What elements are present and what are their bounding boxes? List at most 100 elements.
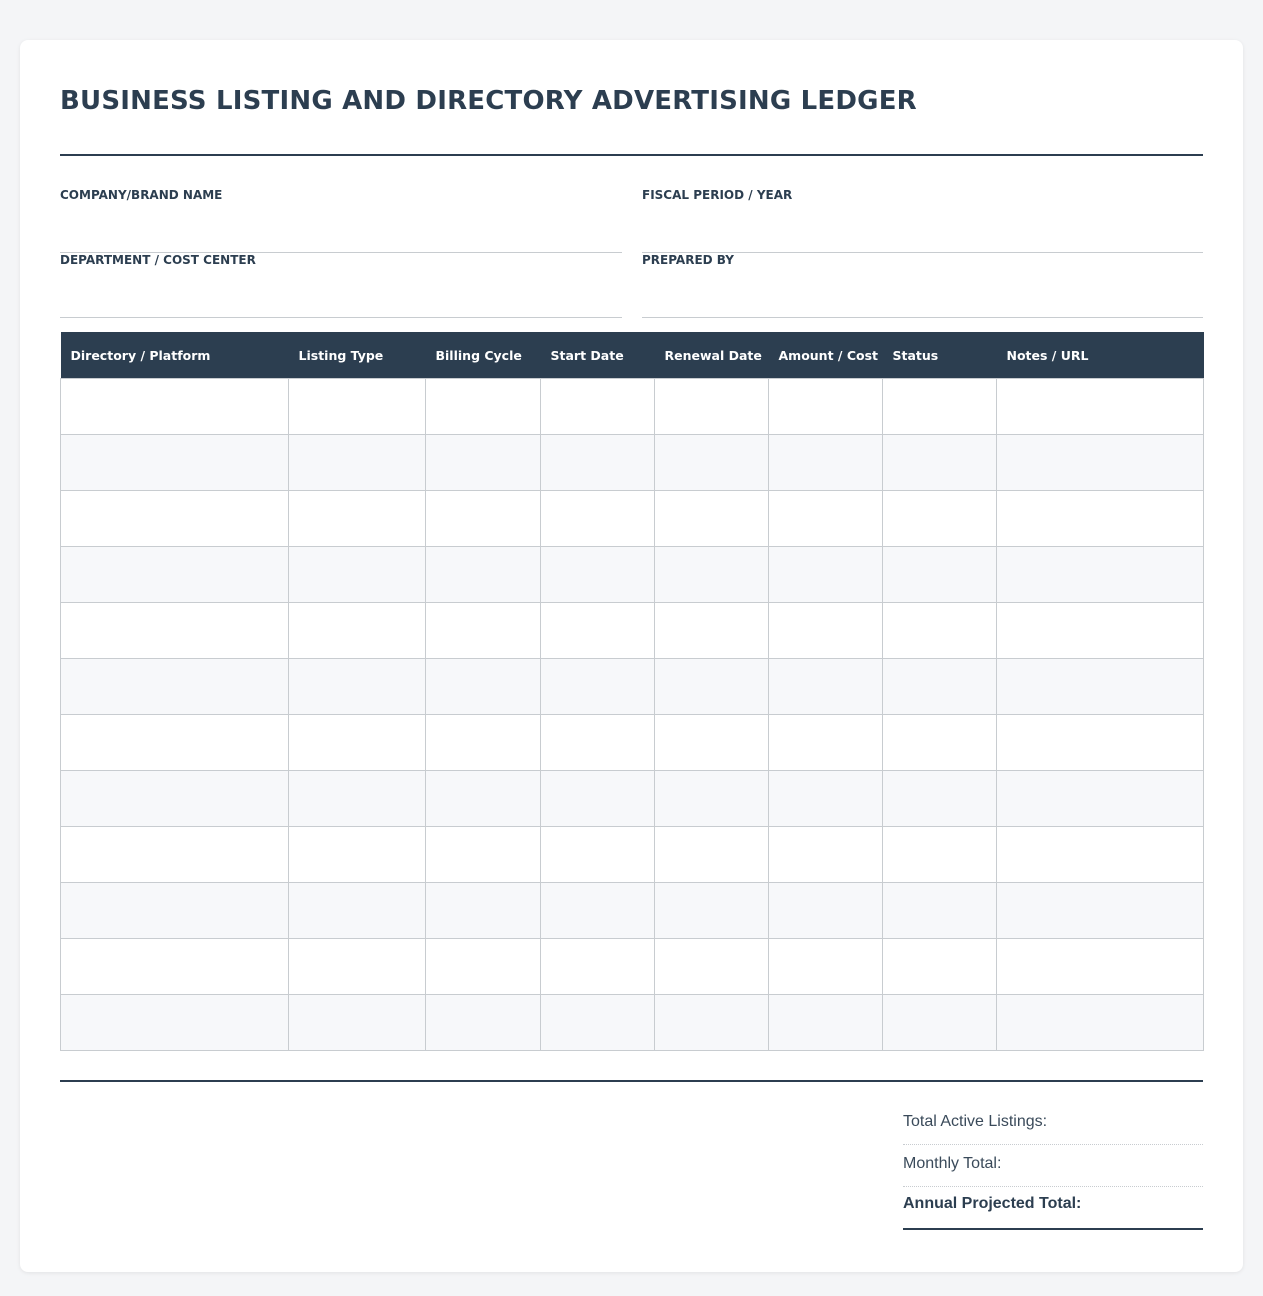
table-cell[interactable] <box>768 602 883 659</box>
table-cell[interactable] <box>882 826 997 883</box>
table-cell[interactable] <box>654 434 769 491</box>
table-cell[interactable] <box>288 546 426 603</box>
table-cell[interactable] <box>540 658 655 715</box>
table-cell[interactable] <box>60 658 289 715</box>
table-cell[interactable] <box>425 994 541 1051</box>
table-cell[interactable] <box>882 490 997 547</box>
table-cell[interactable] <box>425 714 541 771</box>
table-cell[interactable] <box>425 938 541 995</box>
table-cell[interactable] <box>654 994 769 1051</box>
table-cell[interactable] <box>996 602 1204 659</box>
table-cell[interactable] <box>60 938 289 995</box>
table-cell[interactable] <box>288 490 426 547</box>
table-cell[interactable] <box>882 602 997 659</box>
table-cell[interactable] <box>882 546 997 603</box>
table-cell[interactable] <box>540 490 655 547</box>
table-cell[interactable] <box>996 434 1204 491</box>
table-cell[interactable] <box>288 882 426 939</box>
table-cell[interactable] <box>60 546 289 603</box>
table-cell[interactable] <box>540 378 655 435</box>
table-cell[interactable] <box>288 714 426 771</box>
table-cell[interactable] <box>540 714 655 771</box>
table-cell[interactable] <box>60 378 289 435</box>
table-cell[interactable] <box>540 434 655 491</box>
table-cell[interactable] <box>882 882 997 939</box>
table-cell[interactable] <box>288 994 426 1051</box>
table-cell[interactable] <box>60 434 289 491</box>
table-cell[interactable] <box>882 378 997 435</box>
table-cell[interactable] <box>996 938 1204 995</box>
table-cell[interactable] <box>882 994 997 1051</box>
annual-projected-total-row[interactable]: Annual Projected Total: <box>903 1187 1203 1230</box>
table-cell[interactable] <box>288 770 426 827</box>
table-cell[interactable] <box>996 490 1204 547</box>
table-cell[interactable] <box>60 994 289 1051</box>
table-cell[interactable] <box>768 378 883 435</box>
table-cell[interactable] <box>540 770 655 827</box>
table-cell[interactable] <box>60 490 289 547</box>
table-cell[interactable] <box>768 994 883 1051</box>
table-cell[interactable] <box>996 770 1204 827</box>
table-cell[interactable] <box>540 882 655 939</box>
table-cell[interactable] <box>654 490 769 547</box>
table-cell[interactable] <box>425 378 541 435</box>
table-cell[interactable] <box>996 994 1204 1051</box>
table-cell[interactable] <box>996 714 1204 771</box>
table-cell[interactable] <box>768 546 883 603</box>
table-cell[interactable] <box>425 490 541 547</box>
table-cell[interactable] <box>425 658 541 715</box>
table-cell[interactable] <box>425 826 541 883</box>
fiscal-period-field[interactable]: FISCAL PERIOD / YEAR <box>642 188 1203 253</box>
table-cell[interactable] <box>654 938 769 995</box>
table-cell[interactable] <box>768 658 883 715</box>
table-cell[interactable] <box>654 714 769 771</box>
table-cell[interactable] <box>654 602 769 659</box>
table-cell[interactable] <box>882 938 997 995</box>
table-cell[interactable] <box>768 938 883 995</box>
table-cell[interactable] <box>288 602 426 659</box>
table-cell[interactable] <box>60 882 289 939</box>
table-cell[interactable] <box>882 658 997 715</box>
table-cell[interactable] <box>60 714 289 771</box>
company-name-field[interactable]: COMPANY/BRAND NAME <box>60 188 622 253</box>
table-cell[interactable] <box>425 546 541 603</box>
total-active-listings-row[interactable]: Total Active Listings: <box>903 1103 1203 1145</box>
table-cell[interactable] <box>996 546 1204 603</box>
table-cell[interactable] <box>540 602 655 659</box>
table-cell[interactable] <box>996 658 1204 715</box>
table-cell[interactable] <box>288 378 426 435</box>
table-cell[interactable] <box>288 826 426 883</box>
table-cell[interactable] <box>60 602 289 659</box>
table-cell[interactable] <box>540 826 655 883</box>
table-cell[interactable] <box>540 546 655 603</box>
table-cell[interactable] <box>288 938 426 995</box>
table-cell[interactable] <box>654 378 769 435</box>
prepared-by-field[interactable]: PREPARED BY <box>642 253 1203 318</box>
table-cell[interactable] <box>654 658 769 715</box>
table-cell[interactable] <box>882 434 997 491</box>
table-cell[interactable] <box>288 434 426 491</box>
table-cell[interactable] <box>654 770 769 827</box>
department-field[interactable]: DEPARTMENT / COST CENTER <box>60 253 622 318</box>
table-cell[interactable] <box>425 882 541 939</box>
table-cell[interactable] <box>425 434 541 491</box>
table-cell[interactable] <box>425 602 541 659</box>
table-cell[interactable] <box>425 770 541 827</box>
table-cell[interactable] <box>654 882 769 939</box>
table-cell[interactable] <box>288 658 426 715</box>
table-cell[interactable] <box>768 826 883 883</box>
table-cell[interactable] <box>768 882 883 939</box>
table-cell[interactable] <box>768 770 883 827</box>
table-cell[interactable] <box>882 714 997 771</box>
table-cell[interactable] <box>654 546 769 603</box>
table-cell[interactable] <box>60 826 289 883</box>
table-cell[interactable] <box>882 770 997 827</box>
table-cell[interactable] <box>540 994 655 1051</box>
table-cell[interactable] <box>768 714 883 771</box>
table-cell[interactable] <box>654 826 769 883</box>
monthly-total-row[interactable]: Monthly Total: <box>903 1145 1203 1187</box>
table-cell[interactable] <box>540 938 655 995</box>
table-cell[interactable] <box>768 434 883 491</box>
table-cell[interactable] <box>996 378 1204 435</box>
table-cell[interactable] <box>768 490 883 547</box>
